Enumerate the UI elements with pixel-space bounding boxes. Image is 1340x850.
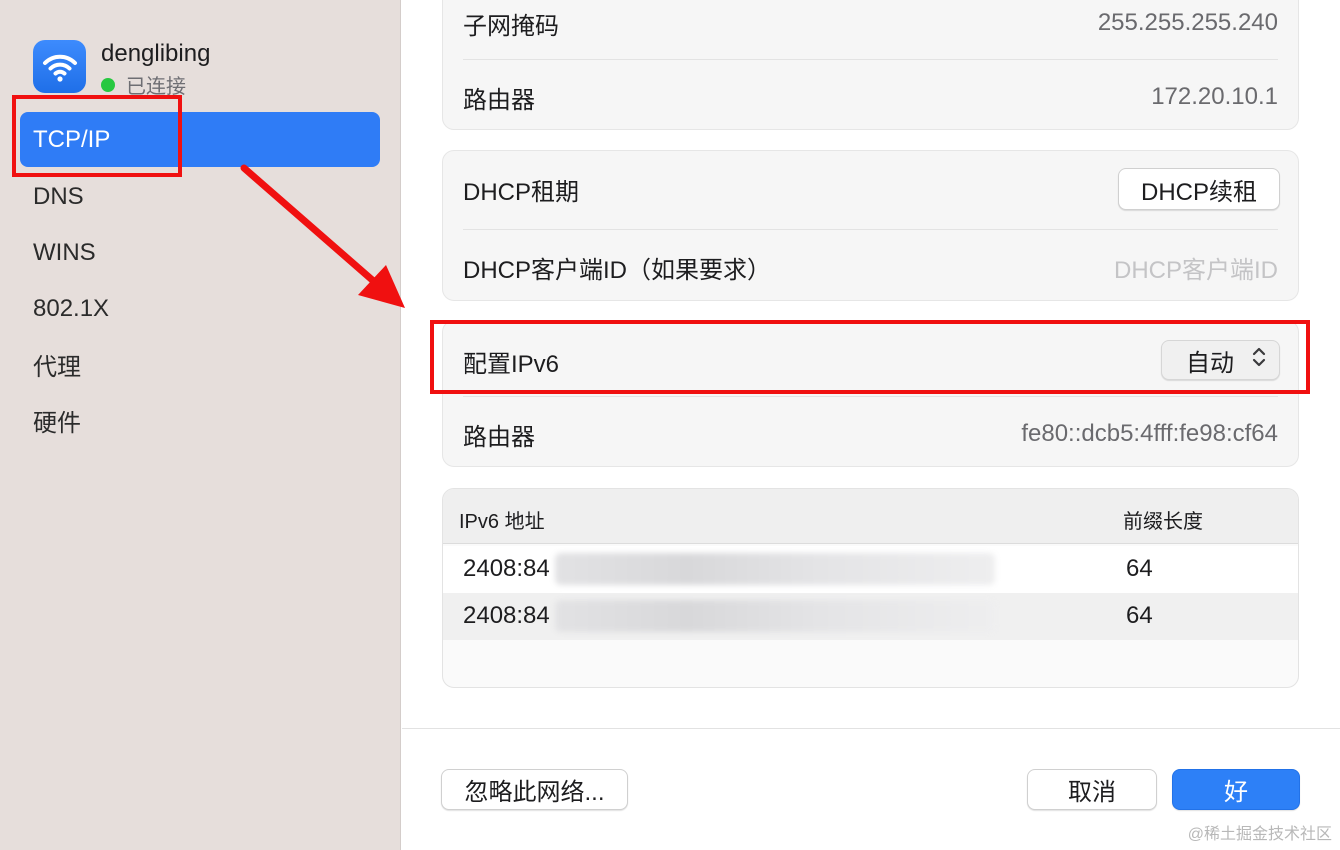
watermark: @稀土掘金技术社区 bbox=[1187, 826, 1332, 843]
annotation-arrow bbox=[240, 164, 405, 308]
